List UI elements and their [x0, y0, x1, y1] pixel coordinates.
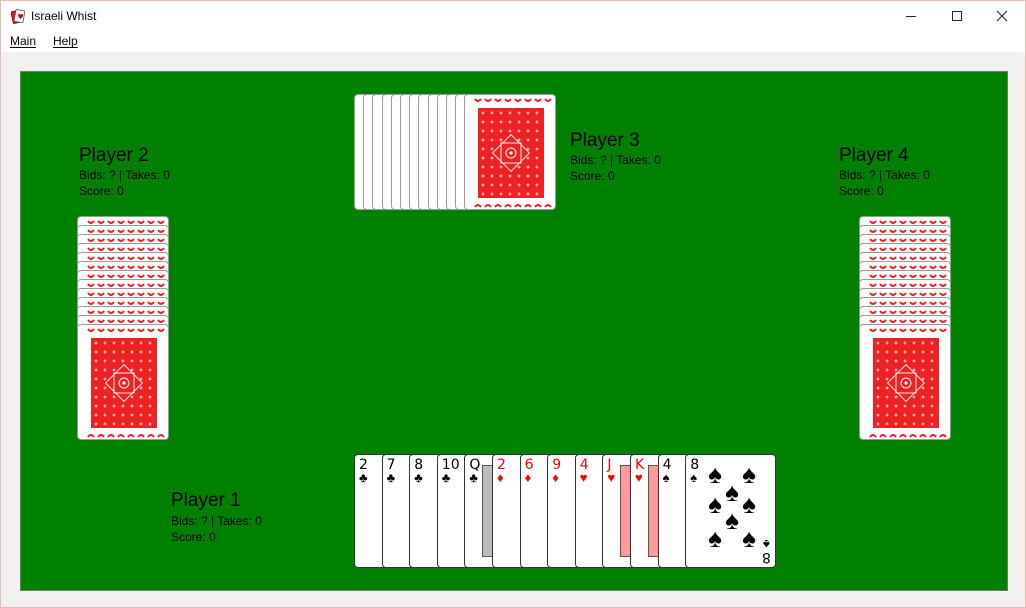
card-suit-icon-bottom: ♠	[763, 537, 771, 552]
card-suit-icon: ♣	[469, 470, 478, 485]
player-4-bids-takes: Bids: ? | Takes: 0	[839, 168, 930, 182]
player-3-card	[464, 94, 557, 210]
minimize-button[interactable]	[888, 1, 934, 31]
card-rank-bottom: 8	[762, 549, 772, 565]
menu-main[interactable]: Main	[10, 34, 36, 48]
card-suit-icon: ♠	[662, 470, 670, 485]
player-2-name: Player 2	[79, 145, 149, 166]
card-suit-icon: ♥	[607, 470, 616, 485]
player-3-name: Player 3	[570, 130, 640, 151]
minimize-icon	[905, 10, 917, 22]
player-4-card	[859, 324, 951, 440]
maximize-button[interactable]	[934, 1, 980, 31]
card-pip-icon: ♠	[742, 459, 756, 489]
card-suit-icon: ♥	[635, 470, 643, 485]
menu-help[interactable]: Help	[53, 34, 78, 48]
player-2-bids-takes: Bids: ? | Takes: 0	[79, 168, 170, 182]
player-4-name: Player 4	[839, 145, 909, 166]
card-suit-icon: ♥	[579, 470, 588, 485]
player-1-score: Score: 0	[171, 530, 216, 544]
card-pip-icon: ♠	[708, 459, 722, 489]
card-pip-icon: ♠	[708, 523, 722, 553]
card-suit-icon: ♦	[497, 470, 504, 485]
card-suit-icon: ♣	[386, 470, 396, 485]
window-title: Israeli Whist	[31, 9, 97, 23]
player-1-name: Player 1	[171, 490, 241, 511]
close-icon	[996, 10, 1008, 22]
title-bar: ♥ Israeli Whist	[1, 1, 1025, 31]
maximize-icon	[951, 10, 963, 22]
player-1-bids-takes: Bids: ? | Takes: 0	[171, 514, 262, 528]
card-suit-icon: ♣	[359, 470, 368, 485]
player-2-card	[77, 324, 169, 440]
card-pip-icon: ♠	[708, 489, 722, 519]
card-pip-icon: ♠	[725, 477, 739, 507]
player-3-bids-takes: Bids: ? | Takes: 0	[570, 153, 661, 167]
player-2-score: Score: 0	[79, 184, 124, 198]
svg-text:♥: ♥	[18, 13, 24, 21]
hand-card[interactable]: 8 ♠ ♠ ♠ ♠ ♠ ♠ ♠ ♠ ♠ 8 ♠	[685, 454, 777, 568]
card-pip-icon: ♠	[725, 505, 739, 535]
app-window: ♥ Israeli Whist Main Help Player 2 Bids:…	[0, 0, 1026, 608]
cards-app-icon: ♥	[10, 8, 26, 24]
card-suit-icon: ♦	[524, 470, 532, 485]
player-3-score: Score: 0	[570, 169, 615, 183]
card-suit-icon: ♠	[690, 470, 698, 485]
card-suit-icon: ♣	[414, 470, 423, 485]
card-suit-icon: ♣	[441, 470, 451, 485]
player-4-score: Score: 0	[839, 184, 884, 198]
menu-bar: Main Help	[1, 31, 1025, 52]
card-suit-icon: ♦	[552, 470, 559, 485]
card-pip-icon: ♠	[742, 523, 756, 553]
card-pip-icon: ♠	[742, 489, 756, 519]
game-table: Player 2 Bids: ? | Takes: 0 Score: 0 Pla…	[20, 71, 1008, 591]
close-button[interactable]	[979, 1, 1025, 31]
